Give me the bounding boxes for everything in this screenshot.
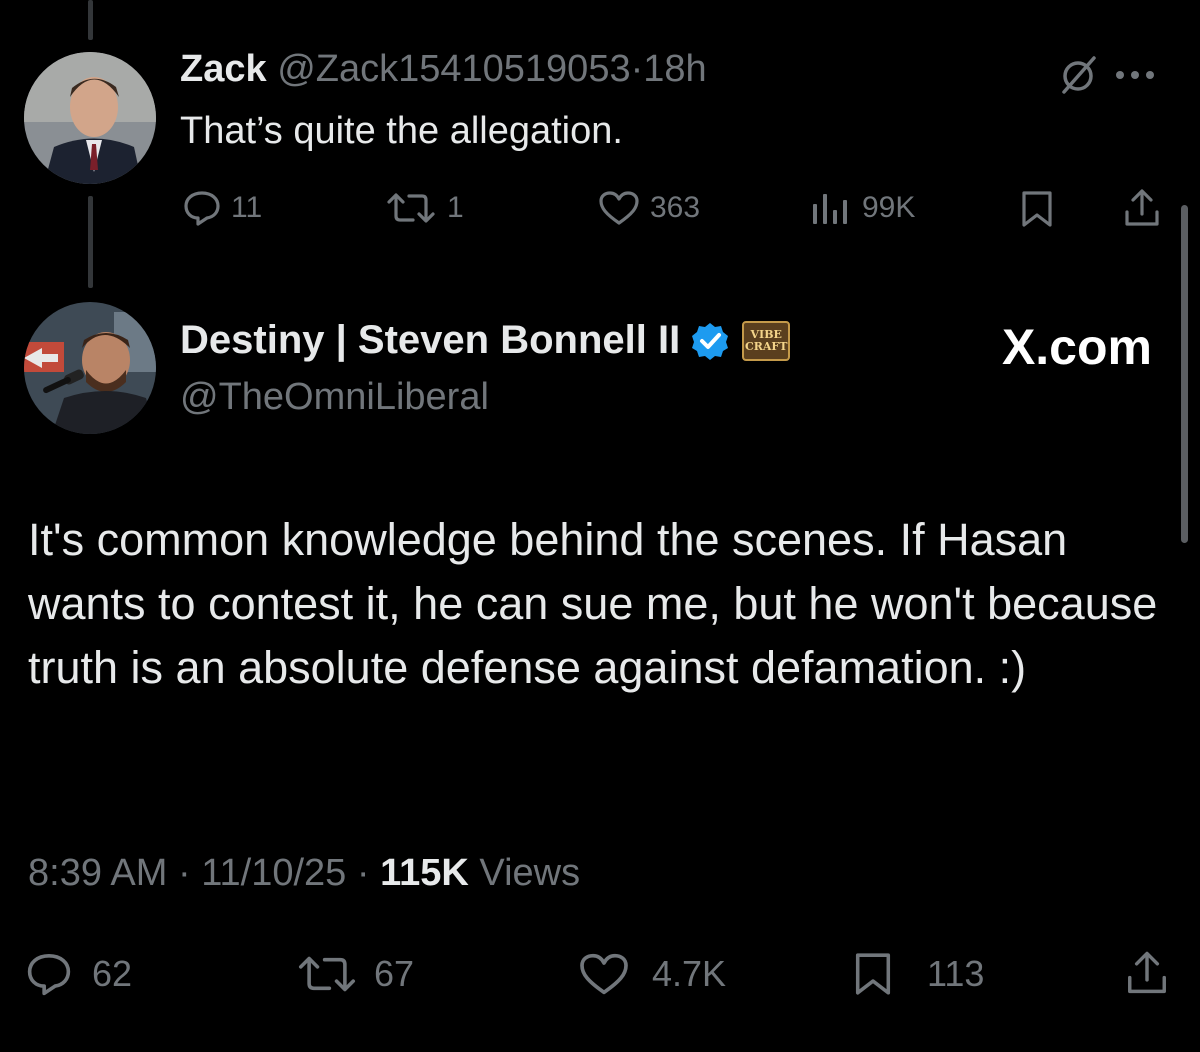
main-author-row: Destiny | Steven Bonnell II VIBE CRAFT — [180, 318, 791, 363]
main-bookmark-button[interactable]: 113 — [853, 950, 984, 998]
avatar-destiny[interactable] — [24, 302, 156, 434]
more-options-icon[interactable] — [1115, 68, 1155, 86]
badge-text-top: VIBE — [750, 327, 782, 341]
reply-bookmark-button[interactable] — [1020, 190, 1054, 228]
timestamp-separator-2: · — [356, 852, 370, 894]
share-icon — [1125, 189, 1159, 226]
tweet-views-count: 115K — [380, 852, 469, 894]
main-share-button[interactable] — [1124, 950, 1170, 996]
tweet-views-label: Views — [479, 852, 581, 894]
scrollbar[interactable] — [1181, 205, 1188, 543]
reply-icon — [184, 191, 220, 226]
reply-like-count: 363 — [650, 191, 701, 224]
verified-badge-icon[interactable] — [690, 321, 730, 361]
x-logo-text: X.com — [1001, 319, 1152, 375]
grok-icon[interactable] — [1058, 54, 1100, 101]
reply-header: Zack @Zack15410519053·18h — [180, 48, 707, 91]
main-author-handle[interactable]: @TheOmniLiberal — [180, 376, 489, 419]
reply-views-button[interactable]: 99K — [810, 190, 915, 226]
timestamp-separator-1: · — [177, 852, 191, 894]
reply-author-name[interactable]: Zack — [180, 48, 267, 90]
main-like-button[interactable]: 4.7K — [578, 952, 726, 996]
reply-icon — [27, 954, 71, 996]
reply-repost-button[interactable]: 1 — [385, 190, 464, 226]
reply-separator: · — [630, 48, 644, 90]
heart-icon — [599, 191, 639, 225]
reply-text: That’s quite the allegation. — [180, 110, 623, 152]
main-repost-count: 67 — [374, 953, 415, 994]
main-reply-count: 62 — [92, 953, 133, 994]
tweet-timestamp-row: 8:39 AM · 11/10/25 · 115K Views — [28, 852, 580, 895]
heart-icon — [580, 953, 628, 995]
main-author-name[interactable]: Destiny | Steven Bonnell II — [180, 318, 680, 363]
reply-repost-count: 1 — [447, 191, 464, 224]
main-tweet-text: It's common knowledge behind the scenes.… — [28, 514, 1158, 693]
main-like-count: 4.7K — [652, 953, 727, 994]
reply-author-handle[interactable]: @Zack15410519053 — [277, 48, 630, 90]
views-icon — [813, 194, 847, 224]
thread-line-middle — [88, 196, 93, 288]
site-watermark: X.com — [1002, 318, 1152, 376]
main-repost-button[interactable]: 67 — [296, 952, 414, 996]
badge-text-bottom: CRAFT — [744, 339, 788, 353]
repost-icon — [387, 193, 435, 223]
tweet-date[interactable]: 11/10/25 — [201, 852, 346, 894]
repost-icon — [298, 956, 356, 992]
reply-like-button[interactable]: 363 — [598, 190, 700, 226]
reply-reply-count: 11 — [231, 191, 263, 224]
avatar-zack[interactable] — [24, 52, 156, 184]
bookmark-icon — [855, 953, 891, 995]
main-bookmark-count: 113 — [927, 953, 985, 994]
reply-views-count: 99K — [862, 191, 916, 224]
thread-line-top — [88, 0, 93, 40]
bookmark-icon — [1022, 191, 1052, 227]
vibecraft-affiliate-badge[interactable]: VIBE CRAFT — [742, 320, 791, 361]
reply-share-button[interactable] — [1122, 188, 1162, 228]
tweet-time[interactable]: 8:39 AM — [28, 852, 167, 894]
share-icon — [1128, 951, 1166, 994]
reply-reply-button[interactable]: 11 — [183, 190, 262, 226]
main-reply-button[interactable]: 62 — [26, 952, 132, 996]
reply-age[interactable]: 18h — [643, 48, 706, 90]
